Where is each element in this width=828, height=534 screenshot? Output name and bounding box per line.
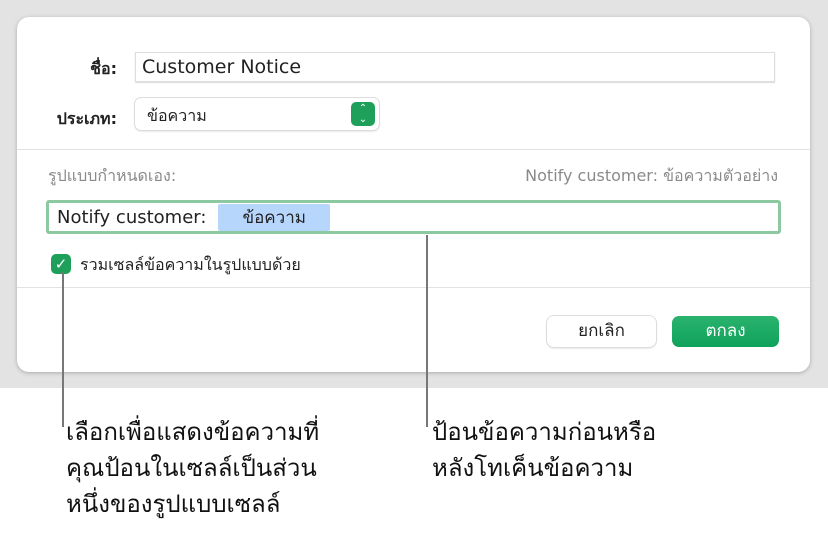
callout-line-left	[62, 272, 64, 427]
divider	[17, 287, 810, 288]
include-checkbox-label[interactable]: รวมเซลล์ข้อความในรูปแบบด้วย	[80, 253, 301, 278]
callout-left-line: เลือกเพื่อแสดงข้อความที่	[66, 418, 320, 446]
name-label: ชื่อ:	[90, 59, 117, 78]
divider	[17, 149, 810, 150]
format-text: Notify customer:	[57, 206, 207, 228]
callout-left: เลือกเพื่อแสดงข้อความที่ คุณป้อนในเซลล์เ…	[66, 414, 319, 522]
callout-line-right	[426, 235, 428, 427]
ok-button[interactable]: ตกลง	[672, 316, 779, 347]
type-label: ประเภท:	[56, 109, 117, 128]
type-value: ข้อความ	[147, 106, 207, 125]
custom-format-label: รูปแบบกำหนดเอง:	[48, 166, 177, 185]
type-select[interactable]: ข้อความ ⌃ ⌄	[135, 98, 379, 130]
callout-right-line: หลังโทเค็นข้อความ	[432, 454, 634, 482]
callout-right: ป้อนข้อความก่อนหรือ หลังโทเค็นข้อความ	[432, 414, 656, 486]
callout-left-line: หนึ่งของรูปแบบเซลล์	[66, 490, 281, 518]
custom-format-dialog: ชื่อ: Customer Notice ประเภท: ข้อความ ⌃ ⌄…	[17, 17, 810, 372]
format-preview: Notify customer: ข้อความตัวอย่าง	[525, 166, 778, 185]
checkmark-icon: ✓	[54, 255, 68, 273]
text-token[interactable]: ข้อความ	[218, 203, 330, 231]
callout-left-line: คุณป้อนในเซลล์เป็นส่วน	[66, 454, 317, 482]
chevron-updown-icon: ⌃ ⌄	[351, 102, 375, 126]
format-field[interactable]: Notify customer: ข้อความ	[46, 200, 781, 234]
callout-right-line: ป้อนข้อความก่อนหรือ	[432, 418, 657, 446]
cancel-button[interactable]: ยกเลิก	[547, 316, 656, 347]
name-input[interactable]: Customer Notice	[135, 52, 775, 82]
include-checkbox[interactable]: ✓	[51, 254, 71, 274]
